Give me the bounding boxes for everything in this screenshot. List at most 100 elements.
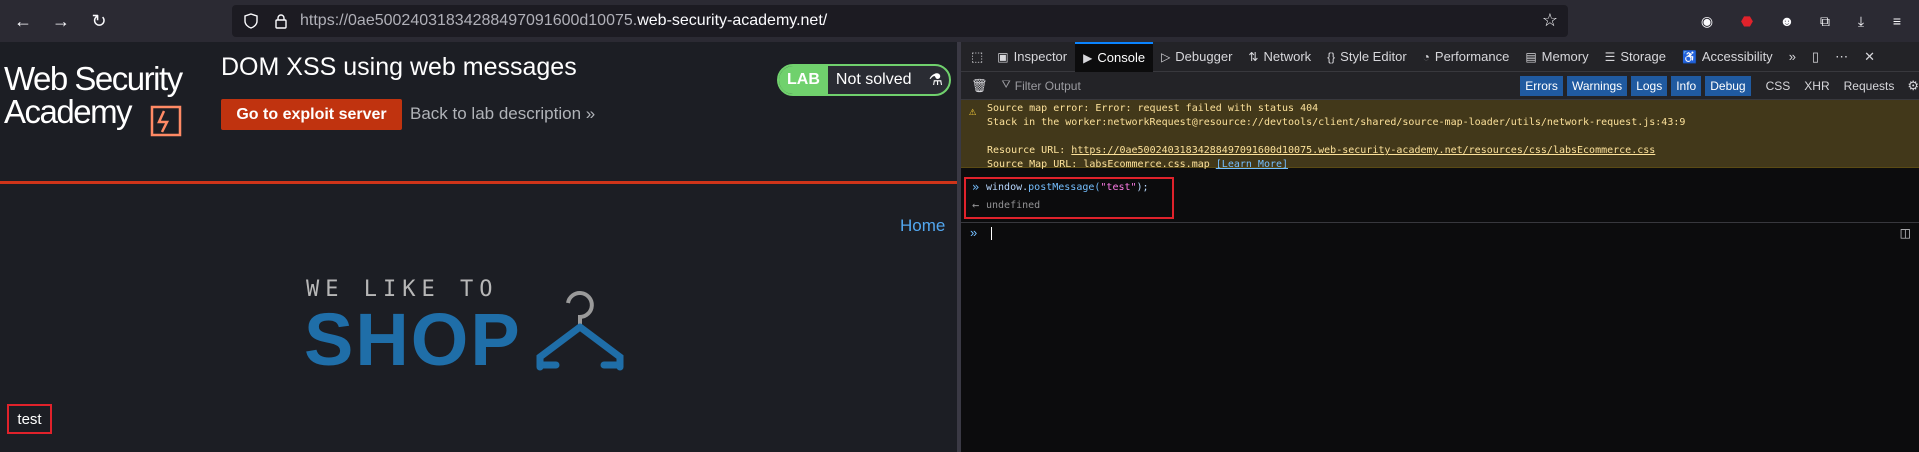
- extension-glasses-icon[interactable]: ◉: [1696, 10, 1718, 32]
- braces-icon: {}: [1327, 49, 1336, 64]
- filter-requests[interactable]: Requests: [1837, 79, 1902, 93]
- tab-memory[interactable]: ▤ Memory: [1517, 42, 1596, 72]
- inspector-icon: ▣: [997, 49, 1009, 64]
- tab-label: Memory: [1541, 49, 1589, 64]
- tab-label: Storage: [1620, 49, 1666, 64]
- dock-side-icon[interactable]: ▯: [1804, 42, 1827, 72]
- burp-icon[interactable]: ☻: [1776, 10, 1798, 32]
- filter-xhr[interactable]: XHR: [1797, 79, 1836, 93]
- warning-line2: Stack in the worker:networkRequest@resou…: [987, 117, 1686, 128]
- lab-badge: LAB: [779, 66, 828, 94]
- warning-line1: Source map error: Error: request failed …: [987, 103, 1319, 114]
- network-icon: ⇅: [1248, 49, 1259, 64]
- filter-warnings[interactable]: Warnings: [1566, 75, 1628, 96]
- input-string: "test": [1100, 182, 1137, 193]
- accessibility-icon: ♿: [1681, 49, 1697, 64]
- tab-label: Inspector: [1013, 49, 1068, 64]
- console-output-line: undefined: [986, 200, 1041, 211]
- url-prefix: https://0ae50024031834288497091600d10075…: [300, 12, 638, 29]
- back-to-lab-description-link[interactable]: Back to lab description »: [410, 104, 595, 124]
- menu-icon[interactable]: ≡: [1886, 10, 1908, 32]
- storage-icon: ☰: [1604, 49, 1616, 64]
- tab-label: Style Editor: [1340, 49, 1407, 64]
- forward-arrow-icon[interactable]: →: [46, 6, 76, 36]
- learn-more-link[interactable]: [Learn More]: [1216, 159, 1288, 170]
- prompt-chevron-icon: »: [970, 225, 978, 240]
- tab-label: Console: [1097, 50, 1146, 65]
- trash-icon[interactable]: 🗑: [971, 78, 988, 94]
- lab-title: DOM XSS using web messages: [221, 53, 577, 81]
- url-host: web-security-academy.net/: [637, 12, 828, 29]
- academy-bolt-icon: [150, 105, 182, 137]
- more-tabs-icon[interactable]: »: [1781, 42, 1804, 72]
- back-arrow-icon[interactable]: ←: [8, 6, 38, 36]
- url-text[interactable]: https://0ae50024031834288497091600d10075…: [300, 12, 827, 30]
- input-chevron-icon: »: [972, 180, 980, 194]
- hanger-icon: [536, 291, 624, 371]
- academy-header: Web Security Academy DOM XSS using web m…: [0, 42, 957, 184]
- tab-network[interactable]: ⇅ Network: [1240, 42, 1319, 72]
- devtools-tabbar: ⬚ ▣ Inspector ▶ Console ▷ Debugger ⇅ Network…: [961, 42, 1919, 72]
- console-filter-bar: 🗑 ⛛ Filter Output Errors Warnings Logs I…: [961, 72, 1919, 100]
- double-chevron-icon: »: [585, 104, 596, 123]
- tab-inspector[interactable]: ▣ Inspector: [989, 42, 1075, 72]
- text-cursor: [991, 227, 992, 240]
- shield-icon[interactable]: [240, 10, 262, 32]
- tab-performance[interactable]: ◔ Performance: [1415, 42, 1518, 72]
- lock-icon[interactable]: [270, 10, 292, 32]
- devtools-menu-icon[interactable]: ⋯: [1827, 42, 1856, 72]
- filter-css[interactable]: CSS: [1759, 79, 1798, 93]
- home-link[interactable]: Home: [900, 216, 945, 236]
- shop-word: SHOP: [304, 298, 522, 381]
- filter-logs[interactable]: Logs: [1631, 75, 1668, 96]
- sourcemap-label: Source Map URL: labsEcommerce.css.map: [987, 159, 1216, 170]
- tab-label: Performance: [1434, 49, 1510, 64]
- console-settings-gear-icon[interactable]: ⚙: [1907, 78, 1919, 94]
- filter-funnel-icon: ⛛: [1001, 79, 1011, 91]
- warning-resource-line: Resource URL: https://0ae500240318342884…: [987, 144, 1919, 158]
- tab-label: Network: [1263, 49, 1312, 64]
- bookmark-star-icon[interactable]: ☆: [1542, 10, 1558, 31]
- result-arrow-icon: ←: [972, 198, 980, 212]
- flask-icon: ⚗: [928, 72, 943, 89]
- browser-toolbar: ← → ↻ https://0ae50024031834288497091600…: [0, 0, 1919, 42]
- tab-console[interactable]: ▶ Console: [1075, 42, 1154, 72]
- web-security-academy-logo[interactable]: Web Security Academy: [4, 62, 200, 152]
- close-devtools-icon[interactable]: ✕: [1856, 42, 1883, 72]
- address-bar[interactable]: https://0ae50024031834288497091600d10075…: [232, 5, 1568, 37]
- input-prefix: window.: [986, 182, 1029, 193]
- filter-errors[interactable]: Errors: [1520, 75, 1563, 96]
- reload-icon[interactable]: ↻: [84, 6, 114, 36]
- tab-accessibility[interactable]: ♿ Accessibility: [1674, 42, 1781, 72]
- console-input-prompt[interactable]: » ◫: [961, 222, 1919, 242]
- devtools-panel: ⬚ ▣ Inspector ▶ Console ▷ Debugger ⇅ Network…: [961, 42, 1919, 452]
- filter-output-input[interactable]: Filter Output: [1015, 79, 1521, 93]
- console-input-line[interactable]: window.postMessage("test");: [986, 182, 1149, 193]
- exploit-server-button[interactable]: Go to exploit server: [221, 99, 402, 130]
- input-suffix: );: [1136, 182, 1149, 193]
- resource-label: Resource URL:: [987, 145, 1072, 156]
- lab-status-text: Not solved: [835, 71, 912, 88]
- element-picker-icon[interactable]: ⬚: [961, 42, 989, 72]
- console-icon: ▶: [1083, 50, 1093, 65]
- lab-status-widget: LAB Not solved ⚗: [777, 64, 951, 96]
- filter-debug[interactable]: Debug: [1705, 75, 1751, 96]
- resource-url-link[interactable]: https://0ae50024031834288497091600d10075…: [1071, 145, 1655, 156]
- logo-line1: Web Security: [4, 60, 183, 97]
- ublock-icon[interactable]: ⬣: [1736, 10, 1758, 32]
- debugger-icon: ▷: [1161, 49, 1171, 64]
- filter-info[interactable]: Info: [1671, 75, 1702, 96]
- shop-logo: WE LIKE TO SHOP: [304, 277, 664, 417]
- tab-label: Debugger: [1175, 49, 1233, 64]
- console-command-entry: » window.postMessage("test"); ← undefine…: [964, 177, 1174, 219]
- split-console-icon[interactable]: ◫: [1900, 226, 1911, 240]
- back-link-label: Back to lab description: [410, 104, 582, 123]
- tab-storage[interactable]: ☰ Storage: [1597, 42, 1674, 72]
- warning-triangle-icon: ⚠: [969, 104, 977, 118]
- extensions-puzzle-icon[interactable]: ⧉: [1814, 10, 1836, 32]
- download-icon[interactable]: ⤓: [1850, 10, 1872, 32]
- tab-debugger[interactable]: ▷ Debugger: [1153, 42, 1240, 72]
- injected-message-box: test: [7, 404, 52, 434]
- warning-sourcemap-line: Source Map URL: labsEcommerce.css.map [L…: [987, 158, 1919, 172]
- tab-style-editor[interactable]: {} Style Editor: [1319, 42, 1415, 72]
